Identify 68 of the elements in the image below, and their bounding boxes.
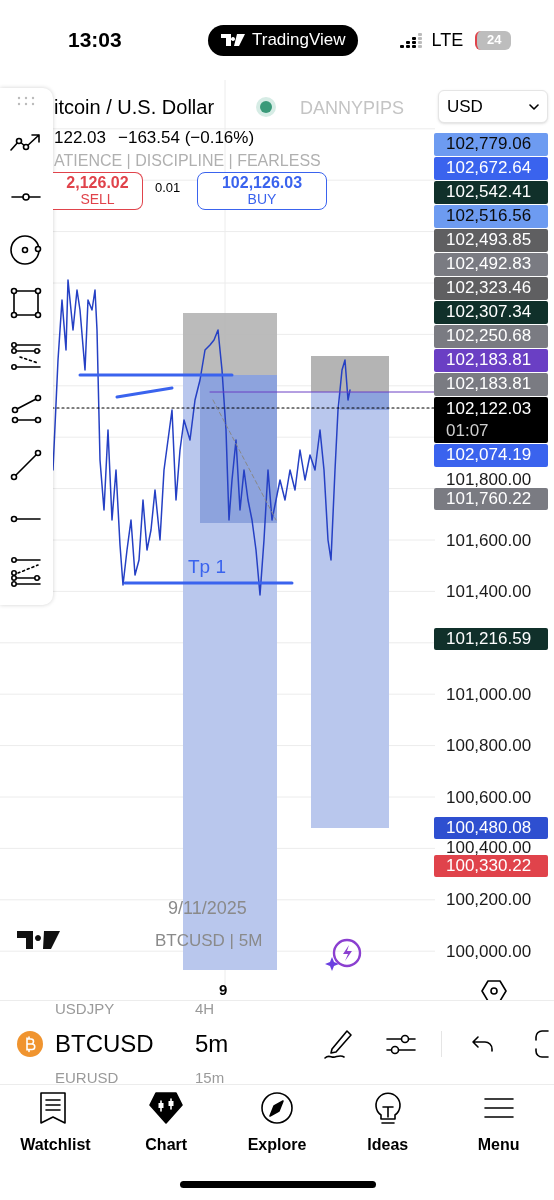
price-tag: 102,307.34 [434, 301, 548, 324]
price-axis-label: 101,800.00 [446, 471, 532, 489]
tab-button[interactable]: Ideas [332, 1085, 444, 1157]
network-label: LTE [431, 28, 464, 52]
tab-button[interactable]: Explore [221, 1085, 333, 1157]
price-axis-label: 100,800.00 [446, 737, 532, 755]
price-axis-label: 100,000.00 [446, 942, 532, 960]
undo-icon[interactable] [471, 1034, 495, 1054]
price-tag: 100,480.08 [434, 816, 548, 839]
circle-tool-icon[interactable] [9, 234, 43, 266]
explore-icon [259, 1091, 295, 1125]
trend-line[interactable] [115, 386, 174, 399]
ray-icon[interactable] [10, 514, 42, 524]
tab-button[interactable]: Watchlist [0, 1085, 111, 1157]
line-tool-icon[interactable] [10, 449, 42, 481]
price-tag: 102,250.68 [434, 325, 548, 348]
price-axis-label: 101,600.00 [446, 531, 532, 549]
current-price-tag: 102,122.03 01:07 [434, 397, 548, 443]
battery-indicator: 24 [475, 30, 512, 50]
bitcoin-icon [17, 1030, 43, 1057]
price-tag: 100,330.22 [434, 855, 548, 878]
parallel-channel-icon[interactable] [10, 394, 42, 424]
fib-levels-icon[interactable] [10, 342, 42, 370]
price-axis-label: 100,400.00 [446, 838, 532, 856]
price-tag: 102,542.41 [434, 181, 548, 204]
signal-icon [399, 31, 424, 49]
symbol-title: itcoin / U.S. Dollar [54, 95, 215, 119]
price-axis-label: 100,200.00 [446, 891, 532, 909]
price-tag: 101,760.22 [434, 487, 548, 510]
price-tag: 102,323.46 [434, 277, 548, 300]
clock-time: 13:03 [68, 27, 123, 54]
price-axis-label: 101,000.00 [446, 685, 532, 703]
price-tag: 101,216.59 [434, 627, 548, 650]
price-tag: 102,183.81 [434, 373, 548, 396]
drawing-label: Tp 1 [188, 556, 227, 578]
price-tag: 102,074.19 [434, 444, 548, 467]
logo-icon [220, 33, 246, 47]
price-tag: 102,493.85 [434, 229, 548, 252]
grip-icon[interactable] [15, 94, 37, 108]
time-axis-label: 9 [219, 981, 228, 999]
price-change: −163.54 (−0.16%) [118, 128, 255, 148]
fib-channel-icon[interactable] [10, 557, 42, 587]
price-tag: 102,492.83 [434, 253, 548, 276]
price-tag: 102,779.06 [434, 133, 548, 156]
symbol-selector[interactable]: BTCUSD 5m [17, 1025, 257, 1062]
price-tag: 102,516.56 [434, 205, 548, 228]
chart-icon [148, 1091, 185, 1125]
sparkle-lightning-icon [325, 937, 363, 971]
tab-button[interactable]: Chart [110, 1085, 222, 1157]
last-price: 122.03 [54, 128, 106, 148]
watermark-text: ATIENCE | DISCIPLINE | FEARLESS [54, 152, 321, 170]
logo-icon [17, 929, 61, 951]
dashed-trend-line[interactable] [212, 399, 277, 521]
price-tag: 102,183.81 [434, 349, 548, 372]
price-axis-label: 101,400.00 [446, 582, 532, 600]
spread-value: 0.01 [155, 180, 181, 196]
caret-icon [529, 103, 539, 110]
price-tag: 102,672.64 [434, 157, 548, 180]
watermark-text: DANNYPIPS [300, 97, 405, 119]
buy-button[interactable]: 102,126.03 BUY [197, 172, 327, 210]
tab-button[interactable]: Menu [443, 1085, 554, 1157]
price-axis-label: 100,600.00 [446, 788, 532, 806]
rectangle-tool-icon[interactable] [10, 287, 42, 319]
sell-button[interactable]: 2,126.02 SELL [53, 172, 143, 210]
settings-icon[interactable] [481, 979, 507, 1000]
fullscreen-icon[interactable] [534, 1029, 550, 1059]
currency-dropdown[interactable]: USD [438, 90, 548, 123]
app-pill: TradingView [208, 24, 358, 56]
